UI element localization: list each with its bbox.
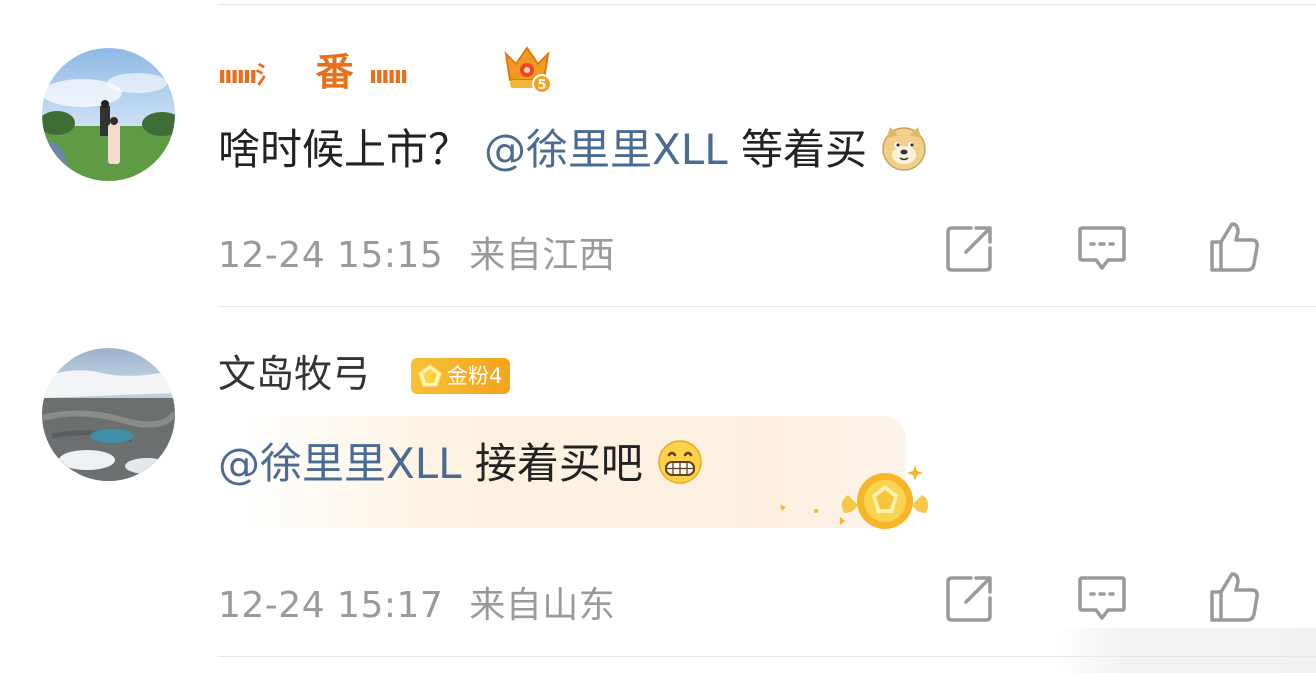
fan-badge[interactable]: 金粉4 — [411, 358, 511, 394]
bottom-divider — [218, 656, 1316, 657]
username-prefix: ıııııı氵 — [218, 61, 279, 89]
username-suffix: ıııııı — [368, 61, 408, 89]
comment-meta: 12-24 15:15 来自江西 — [218, 226, 615, 278]
avatar[interactable] — [42, 348, 175, 481]
thumbs-up-icon[interactable] — [1208, 220, 1260, 272]
mention-link[interactable]: @徐里里XLL — [484, 125, 728, 174]
fan-badge-label: 金粉4 — [447, 364, 503, 388]
timestamp: 12-24 15:17 — [218, 585, 444, 626]
username[interactable]: 文岛牧弓 — [218, 352, 370, 396]
grin-emoji — [656, 438, 704, 486]
thumbs-up-icon[interactable] — [1208, 570, 1260, 622]
content-text: 接着买吧 — [461, 439, 643, 488]
crown-level-5-icon: 5 — [500, 44, 554, 96]
diamond-icon — [418, 364, 442, 387]
content-text: 等着买 — [727, 125, 867, 174]
location: 来自山东 — [469, 585, 616, 626]
comment-content: @徐里里XLL 接着买吧 — [218, 438, 704, 490]
mention-link[interactable]: @徐里里XLL — [218, 439, 462, 488]
comment-content: 啥时候上市？ @徐里里XLL 等着买 — [218, 124, 928, 176]
content-text: 啥时候上市？ — [218, 125, 471, 174]
gold-fan-medal-icon — [780, 455, 930, 535]
top-divider — [218, 4, 1316, 5]
timestamp: 12-24 15:15 — [218, 235, 444, 276]
location: 来自江西 — [469, 235, 616, 276]
share-icon[interactable] — [944, 572, 996, 624]
username-main: 番 — [315, 50, 355, 94]
comment-icon[interactable] — [1076, 222, 1128, 274]
svg-text:5: 5 — [537, 78, 546, 93]
username[interactable]: ıııııı氵 番 ıııııı — [218, 50, 408, 97]
bottom-fade — [1055, 628, 1316, 673]
comment-divider — [218, 306, 1316, 307]
comment-meta: 12-24 15:17 来自山东 — [218, 576, 615, 628]
avatar[interactable] — [42, 48, 175, 181]
share-icon[interactable] — [944, 222, 996, 274]
doge-emoji — [880, 124, 928, 172]
comment-icon[interactable] — [1076, 572, 1128, 624]
